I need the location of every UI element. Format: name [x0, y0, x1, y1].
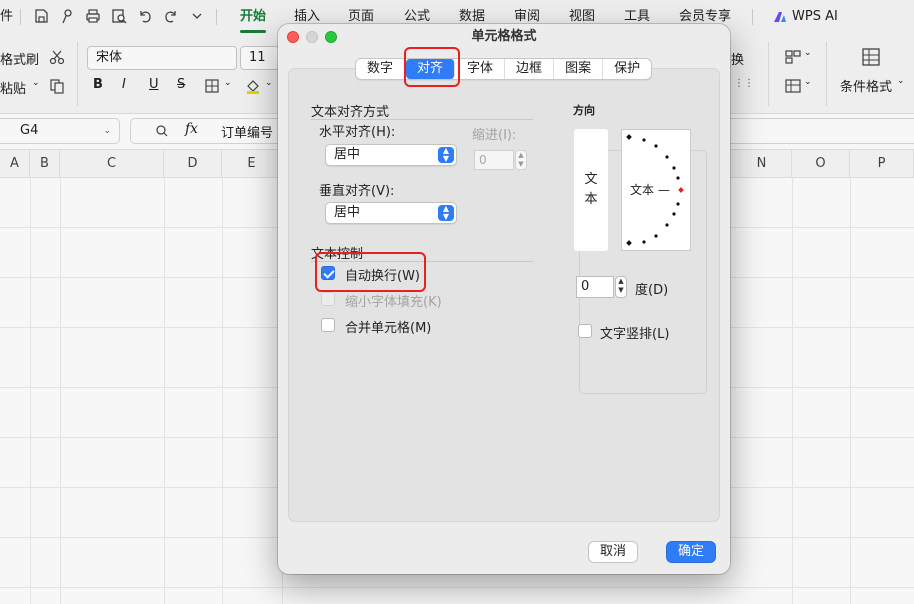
- dialog-tab-bar: 数字 对齐 字体 边框 图案 保护: [355, 58, 653, 80]
- degree-stepper[interactable]: ▲ ▼: [615, 276, 627, 298]
- orientation-dial[interactable]: 文本 —: [621, 129, 691, 251]
- vertical-text-char: 文: [584, 172, 598, 187]
- horizontal-align-select[interactable]: 居中 ▲ ▼: [325, 144, 457, 166]
- degree-label: 度(D): [635, 283, 669, 298]
- orientation-text: 文本 —: [630, 183, 670, 197]
- dialog-title: 单元格格式: [471, 29, 537, 44]
- select-arrows-icon: ▲ ▼: [438, 205, 454, 221]
- indent-input[interactable]: 0: [474, 150, 514, 170]
- horizontal-align-label: 水平对齐(H):: [319, 125, 396, 140]
- tab-number[interactable]: 数字: [356, 59, 406, 79]
- tab-content-panel: 文本对齐方式 水平对齐(H): 缩进(I): 居中 ▲ ▼ 0 ▲ ▼ 垂直对齐(V…: [288, 68, 720, 522]
- shrink-to-fit-label: 缩小字体填充(K): [345, 295, 442, 310]
- indent-stepper[interactable]: ▲ ▼: [515, 150, 527, 170]
- tab-font[interactable]: 字体: [456, 59, 506, 79]
- select-arrows-icon: ▲ ▼: [438, 147, 454, 163]
- vertical-align-select[interactable]: 居中 ▲ ▼: [325, 202, 457, 224]
- section-divider: [311, 119, 533, 120]
- cancel-button[interactable]: 取消: [588, 541, 638, 563]
- format-cells-dialog: 单元格格式 文本对齐方式 水平对齐(H): 缩进(I): 居中 ▲ ▼ 0 ▲ ▼ …: [278, 24, 730, 574]
- merge-cells-label[interactable]: 合并单元格(M): [345, 317, 431, 336]
- indent-value: 0: [479, 153, 487, 167]
- vertical-align-label: 垂直对齐(V):: [319, 184, 395, 199]
- degree-value: 0: [581, 279, 590, 294]
- merge-cells-checkbox[interactable]: [321, 318, 335, 332]
- ok-button[interactable]: 确定: [666, 541, 716, 563]
- indent-label: 缩进(I):: [472, 128, 517, 143]
- degree-input[interactable]: 0: [576, 276, 614, 298]
- vertical-layout-label[interactable]: 文字竖排(L): [600, 323, 669, 342]
- tab-pattern[interactable]: 图案: [554, 59, 604, 79]
- vertical-text-char: 本: [584, 192, 598, 207]
- tab-protection[interactable]: 保护: [603, 59, 651, 79]
- vertical-layout-checkbox[interactable]: [578, 324, 592, 338]
- shrink-to-fit-checkbox[interactable]: [321, 292, 335, 306]
- vertical-text-preview[interactable]: 文 本: [574, 129, 608, 251]
- tab-border[interactable]: 边框: [505, 59, 555, 79]
- vertical-align-value: 居中: [334, 205, 361, 220]
- highlight-wrap-text: [315, 252, 426, 292]
- horizontal-align-value: 居中: [334, 147, 361, 162]
- text-alignment-section-title: 文本对齐方式: [311, 105, 390, 120]
- highlight-alignment-tab: [404, 47, 460, 87]
- orientation-section-title: 方向: [573, 104, 595, 117]
